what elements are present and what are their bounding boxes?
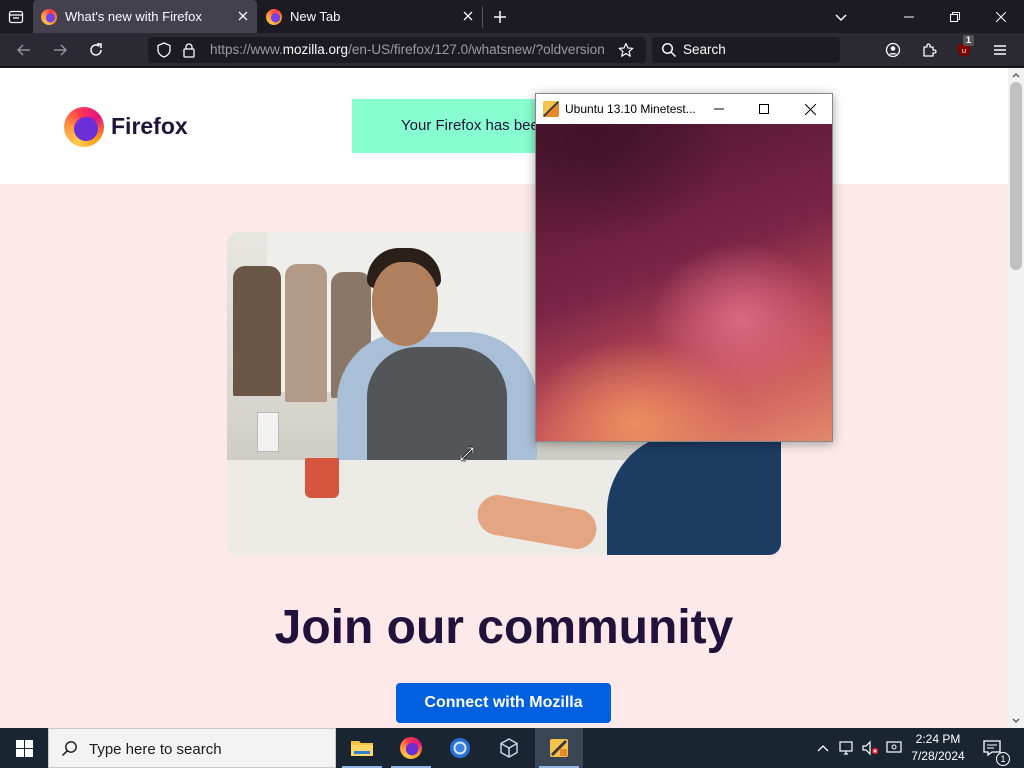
firefox-logo-icon[interactable]	[64, 107, 104, 147]
taskbar-file-explorer[interactable]	[338, 728, 386, 768]
bookmark-star-icon[interactable]	[618, 42, 634, 63]
tab-new-tab[interactable]: New Tab	[258, 0, 482, 33]
tracking-protection-shield-icon[interactable]	[156, 42, 172, 63]
tab-title: New Tab	[290, 9, 341, 24]
search-icon	[661, 42, 677, 63]
app-window-wallpaper[interactable]	[536, 124, 832, 441]
tab-strip: What's new with Firefox New Tab	[0, 0, 1024, 33]
url-path: /en-US/firefox/127.0/whatsnew/?oldversio…	[348, 42, 605, 57]
url-text[interactable]: https://www.mozilla.org/en-US/firefox/12…	[210, 42, 614, 57]
folder-icon	[351, 741, 373, 756]
tab-separator	[482, 6, 483, 28]
firefox-view-icon[interactable]	[4, 5, 28, 29]
lock-icon[interactable]	[182, 42, 196, 63]
taskbar-firefox[interactable]	[387, 728, 435, 768]
scroll-down-arrow-icon[interactable]	[1008, 714, 1024, 728]
page-header: Firefox Your Firefox has bee	[0, 68, 1008, 184]
svg-text:u: u	[962, 47, 966, 55]
app-window-title: Ubuntu 13.10 Minetest...	[565, 102, 696, 116]
chrome-icon	[450, 738, 470, 758]
update-notification-banner: Your Firefox has bee	[352, 99, 552, 153]
back-arrow-icon[interactable]	[11, 37, 37, 63]
close-window-icon[interactable]	[787, 94, 833, 124]
extension-badge: 1	[963, 35, 975, 46]
resize-cursor-icon	[459, 446, 475, 462]
system-clock[interactable]: 2:24 PM 7/28/2024	[905, 731, 971, 765]
windows-start-icon[interactable]	[0, 728, 48, 768]
close-tab-icon[interactable]	[235, 8, 251, 24]
search-placeholder: Search	[683, 42, 726, 57]
network-icon[interactable]	[837, 738, 857, 758]
account-icon[interactable]	[880, 37, 906, 63]
photo-cup	[305, 458, 339, 498]
scroll-up-arrow-icon[interactable]	[1008, 68, 1024, 82]
ubuntu-minetest-window[interactable]: Ubuntu 13.10 Minetest...	[535, 93, 833, 442]
notification-count-badge: 1	[996, 752, 1010, 766]
scrollbar-thumb[interactable]	[1010, 82, 1022, 270]
minetest-icon	[550, 739, 568, 757]
taskbar-chrome[interactable]	[436, 728, 484, 768]
maximize-icon[interactable]	[741, 94, 787, 124]
clock-time: 2:24 PM	[915, 732, 961, 746]
photo-coat	[285, 264, 327, 402]
firefox-icon	[400, 737, 422, 759]
reload-icon[interactable]	[83, 37, 109, 63]
app-window-titlebar[interactable]: Ubuntu 13.10 Minetest...	[536, 94, 832, 124]
volume-muted-icon[interactable]	[860, 738, 880, 758]
close-window-icon[interactable]	[978, 0, 1024, 33]
firefox-wordmark[interactable]: Firefox	[111, 113, 188, 140]
minetest-app-icon	[543, 101, 559, 117]
url-prefix: https://www.	[210, 42, 283, 57]
close-tab-icon[interactable]	[460, 8, 476, 24]
taskbar-search-box[interactable]: Type here to search	[48, 728, 336, 768]
photo-person-back	[607, 432, 781, 555]
firefox-favicon-icon	[41, 8, 57, 25]
forward-arrow-icon[interactable]	[47, 37, 73, 63]
show-hidden-icons-chevron-up-icon[interactable]	[813, 738, 833, 758]
virtualbox-cube-icon	[500, 738, 518, 758]
url-domain: mozilla.org	[282, 42, 349, 57]
navigation-toolbar: https://www.mozilla.org/en-US/firefox/12…	[0, 33, 1024, 67]
restore-icon[interactable]	[932, 0, 978, 33]
update-banner-text: Your Firefox has bee	[401, 117, 539, 134]
new-tab-plus-icon[interactable]	[488, 5, 512, 29]
taskbar-minetest[interactable]	[535, 728, 583, 768]
address-bar[interactable]: https://www.mozilla.org/en-US/firefox/12…	[148, 37, 646, 63]
extensions-puzzle-icon[interactable]	[916, 37, 942, 63]
hamburger-menu-icon[interactable]	[987, 37, 1013, 63]
list-all-tabs-chevron-down-icon[interactable]	[829, 5, 853, 29]
tab-title: What's new with Firefox	[65, 9, 202, 24]
connect-with-mozilla-button[interactable]: Connect with Mozilla	[396, 683, 611, 723]
windows-taskbar: Type here to search 2:24 PM 7/28/2024 1	[0, 728, 1024, 768]
photo-glass	[257, 412, 279, 452]
web-page-content: Firefox Your Firefox has bee Join our co…	[0, 68, 1008, 728]
tab-whats-new[interactable]: What's new with Firefox	[33, 0, 257, 33]
page-heading: Join our community	[274, 601, 734, 654]
photo-coat	[233, 266, 281, 396]
taskbar-virtualbox[interactable]	[485, 728, 533, 768]
minimize-icon[interactable]	[696, 94, 742, 124]
taskbar-search-placeholder: Type here to search	[89, 741, 222, 758]
search-icon	[61, 740, 78, 762]
photo-person-face	[372, 262, 438, 346]
page-scrollbar[interactable]	[1008, 68, 1024, 728]
minimize-icon[interactable]	[886, 0, 932, 33]
firefox-favicon-icon	[266, 8, 282, 25]
search-bar[interactable]: Search	[652, 37, 840, 63]
clock-date: 7/28/2024	[911, 749, 965, 763]
display-icon[interactable]	[884, 738, 904, 758]
